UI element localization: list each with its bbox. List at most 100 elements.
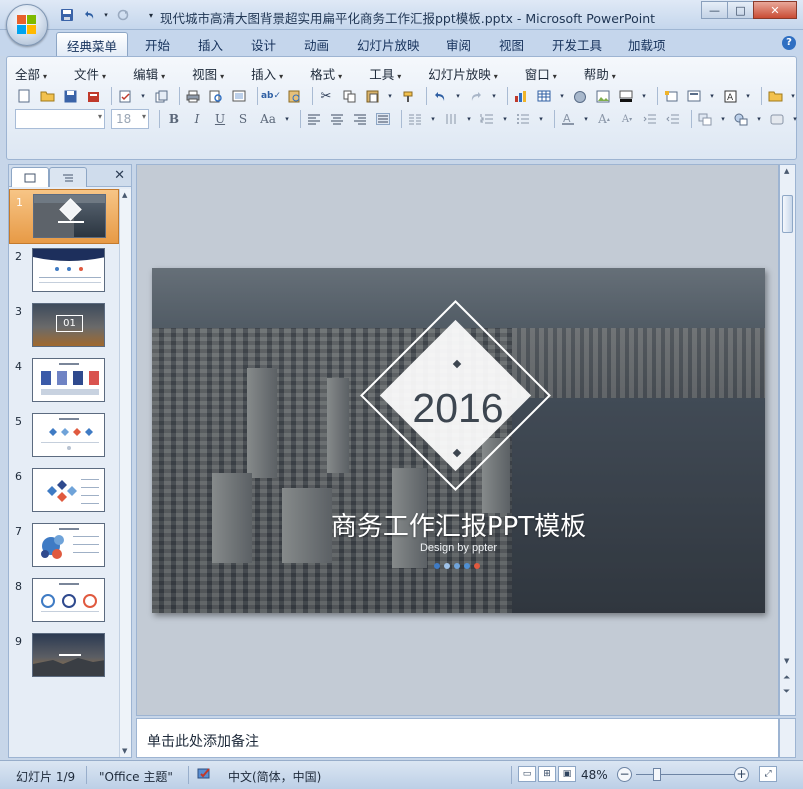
fill-color-icon[interactable] xyxy=(617,87,635,105)
dropdown-arrow-icon[interactable]: ▾ xyxy=(558,87,566,105)
slide-thumbnail[interactable]: 9 xyxy=(9,629,119,684)
decrease-indent-icon[interactable] xyxy=(641,110,659,128)
next-slide-icon[interactable]: ⏷ xyxy=(783,687,790,697)
tab-design[interactable]: 设计 xyxy=(251,35,276,54)
slide-thumbnail[interactable]: 3 01 xyxy=(9,299,119,354)
notes-scrollbar[interactable] xyxy=(779,718,796,758)
zoom-out-icon[interactable]: − xyxy=(617,767,632,782)
scroll-down-icon[interactable]: ▼ xyxy=(122,747,127,755)
scrollbar-thumb[interactable] xyxy=(782,195,793,233)
research-icon[interactable] xyxy=(285,87,303,105)
dropdown-arrow-icon[interactable]: ▾ xyxy=(139,87,147,105)
numbering-icon[interactable] xyxy=(478,110,496,128)
menu-edit[interactable]: 编辑 xyxy=(133,64,165,83)
dropdown-arrow-icon[interactable]: ▾ xyxy=(501,110,509,128)
open-folder-icon[interactable] xyxy=(766,87,784,105)
slide-sorter-button[interactable]: ⊞ xyxy=(538,766,556,782)
save-icon[interactable] xyxy=(61,87,79,105)
slide-thumbnail[interactable]: 7 xyxy=(9,519,119,574)
align-right-icon[interactable] xyxy=(351,110,369,128)
layout-icon[interactable] xyxy=(230,87,248,105)
minimize-button[interactable]: — xyxy=(701,1,728,19)
help-icon[interactable]: ? xyxy=(782,36,796,50)
thumbnail-scrollbar[interactable]: ▲ ▼ xyxy=(119,189,131,757)
close-button[interactable]: ✕ xyxy=(753,1,797,19)
quick-styles-icon[interactable] xyxy=(768,110,786,128)
zoom-slider[interactable] xyxy=(636,774,734,775)
notes-pane[interactable]: 单击此处添加备注 xyxy=(136,718,779,758)
print-preview-icon[interactable] xyxy=(207,87,225,105)
tab-review[interactable]: 审阅 xyxy=(446,35,471,54)
maximize-button[interactable]: □ xyxy=(727,1,754,19)
text-box-icon[interactable]: A xyxy=(721,87,739,105)
align-center-icon[interactable] xyxy=(328,110,346,128)
tab-developer[interactable]: 开发工具 xyxy=(552,35,602,54)
attach-icon[interactable] xyxy=(152,87,170,105)
menu-tools[interactable]: 工具 xyxy=(369,64,401,83)
scroll-down-icon[interactable]: ▼ xyxy=(784,657,789,665)
normal-view-button[interactable]: ▭ xyxy=(518,766,536,782)
spellcheck-status-icon[interactable] xyxy=(196,765,214,784)
bullets-icon[interactable] xyxy=(514,110,532,128)
dropdown-arrow-icon[interactable]: ▾ xyxy=(490,87,498,105)
new-slide-icon[interactable] xyxy=(662,87,680,105)
dropdown-arrow-icon[interactable]: ▾ xyxy=(386,87,394,105)
shrink-font-icon[interactable]: A ▾ xyxy=(618,110,636,128)
dropdown-arrow-icon[interactable]: ▾ xyxy=(537,110,545,128)
copy-icon[interactable] xyxy=(340,87,358,105)
previous-slide-icon[interactable]: ⏶ xyxy=(783,673,790,683)
italic-button[interactable]: I xyxy=(187,110,207,128)
font-name-combo[interactable]: ▾ xyxy=(15,109,105,129)
undo-dropdown-icon[interactable]: ▾ xyxy=(102,7,110,23)
slide-thumbnail[interactable]: 5 xyxy=(9,409,119,464)
permission-icon[interactable] xyxy=(84,87,102,105)
customize-qat-icon[interactable]: ▾ xyxy=(146,7,156,23)
menu-window[interactable]: 窗口 xyxy=(525,64,557,83)
open-folder-icon[interactable] xyxy=(38,87,56,105)
dropdown-arrow-icon[interactable]: ▾ xyxy=(465,110,473,128)
insert-chart-icon[interactable] xyxy=(512,87,530,105)
dropdown-arrow-icon[interactable]: ▾ xyxy=(283,110,291,128)
dropdown-arrow-icon[interactable]: ▾ xyxy=(708,87,716,105)
scroll-up-icon[interactable]: ▲ xyxy=(122,191,127,199)
bold-button[interactable]: B xyxy=(164,110,184,128)
cut-icon[interactable]: ✂ xyxy=(317,87,335,105)
notes-placeholder[interactable]: 单击此处添加备注 xyxy=(147,731,259,751)
dropdown-arrow-icon[interactable]: ▾ xyxy=(454,87,462,105)
spellcheck-icon[interactable]: ab✓ xyxy=(261,87,281,105)
menu-view[interactable]: 视图 xyxy=(192,64,224,83)
dropdown-arrow-icon[interactable]: ▾ xyxy=(429,110,437,128)
slide-scrollbar[interactable]: ▲ ▼ ⏶ ⏷ xyxy=(779,164,796,716)
insert-picture-icon[interactable] xyxy=(594,87,612,105)
check-icon[interactable] xyxy=(116,87,134,105)
slide-thumbnail[interactable]: 2 xyxy=(9,244,119,299)
zoom-slider-thumb[interactable] xyxy=(652,768,661,781)
tab-insert[interactable]: 插入 xyxy=(198,35,223,54)
undo-icon[interactable] xyxy=(431,87,449,105)
close-panel-icon[interactable]: ✕ xyxy=(114,168,125,183)
menu-slideshow[interactable]: 幻灯片放映 xyxy=(428,64,498,83)
slide-thumbnail[interactable]: 6 xyxy=(9,464,119,519)
print-icon[interactable] xyxy=(184,87,202,105)
dropdown-arrow-icon[interactable]: ▾ xyxy=(789,87,797,105)
slideshow-button[interactable]: ▣ xyxy=(558,766,576,782)
align-left-icon[interactable] xyxy=(305,110,323,128)
menu-all[interactable]: 全部 xyxy=(15,64,47,83)
shapes-icon[interactable] xyxy=(732,110,750,128)
office-button[interactable] xyxy=(6,4,48,46)
tab-view[interactable]: 视图 xyxy=(499,35,524,54)
language-status[interactable]: 中文(简体，中国) xyxy=(228,768,321,785)
dropdown-arrow-icon[interactable]: ▾ xyxy=(582,110,590,128)
grow-font-icon[interactable]: A ▴ xyxy=(595,110,613,128)
slide-title[interactable]: 商务工作汇报PPT模板 xyxy=(292,506,625,543)
slide-subtitle[interactable]: Design by ppter xyxy=(352,542,565,554)
redo-icon[interactable] xyxy=(114,7,132,23)
slide-thumbnail[interactable]: 4 xyxy=(9,354,119,409)
justify-icon[interactable] xyxy=(374,110,392,128)
menu-insert[interactable]: 插入 xyxy=(251,64,283,83)
dropdown-arrow-icon[interactable]: ▾ xyxy=(791,110,799,128)
arrange-icon[interactable] xyxy=(696,110,714,128)
dropdown-arrow-icon[interactable]: ▾ xyxy=(719,110,727,128)
dropdown-arrow-icon[interactable]: ▾ xyxy=(744,87,752,105)
tab-outline[interactable] xyxy=(49,167,87,187)
